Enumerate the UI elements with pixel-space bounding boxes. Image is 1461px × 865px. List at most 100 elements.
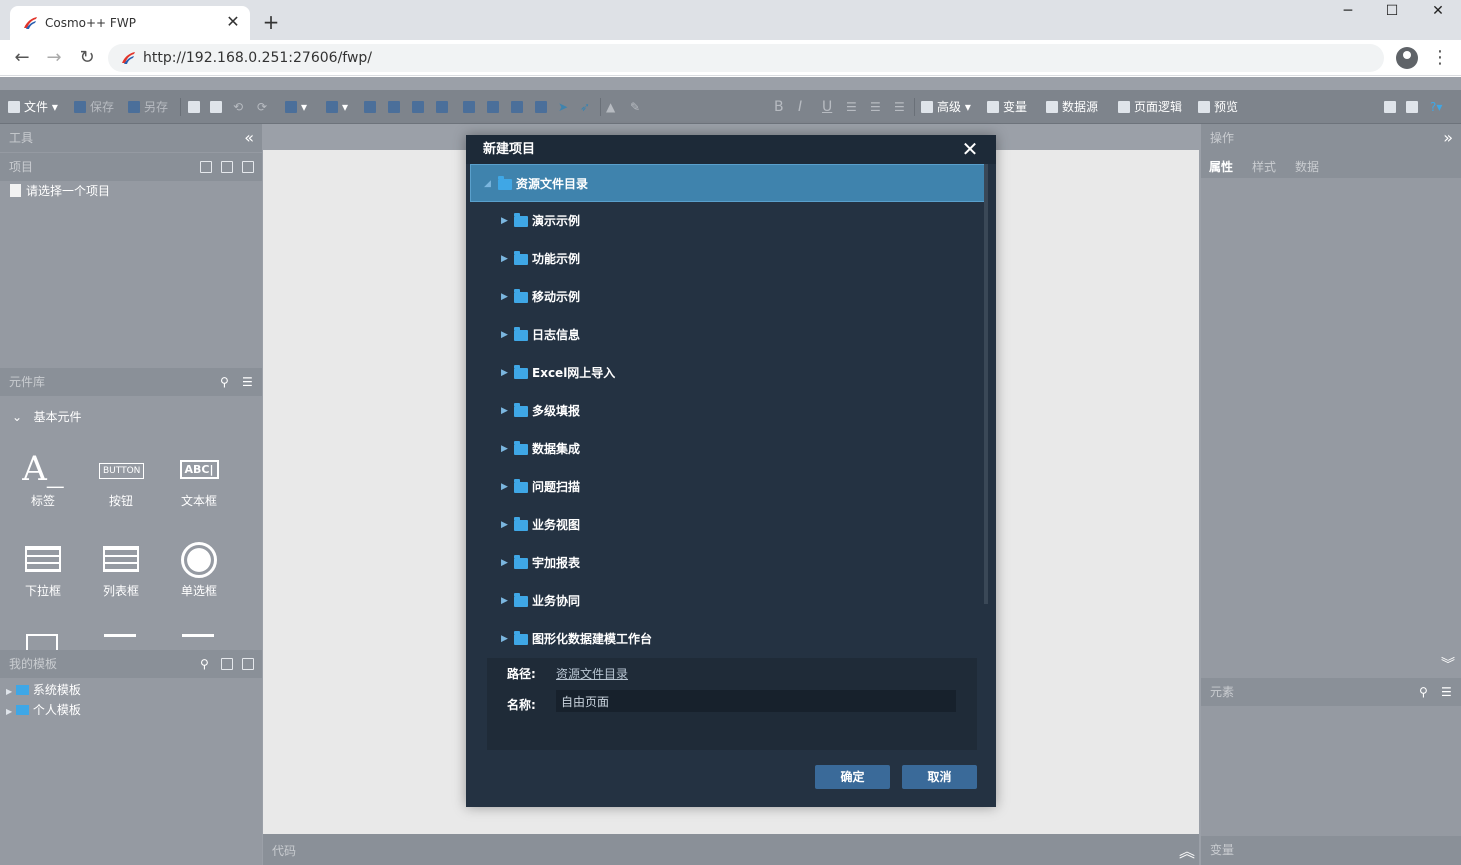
browser-menu-icon[interactable]: ⋮ — [1430, 46, 1450, 70]
new-template-folder-icon[interactable] — [242, 658, 254, 670]
tree-item-row[interactable]: ▶ 演示示例 — [470, 202, 986, 240]
back-icon[interactable]: ← — [10, 46, 34, 70]
component-label[interactable]: A_ 标签 — [13, 452, 73, 509]
browser-tab[interactable]: Cosmo++ FWP ✕ — [10, 6, 250, 40]
tree-item-row[interactable]: ▶ 宇加报表 — [470, 544, 986, 582]
page-logic-button[interactable]: 页面逻辑 — [1118, 90, 1182, 124]
mobile-view-icon[interactable] — [1406, 90, 1422, 124]
tab-close-icon[interactable]: ✕ — [224, 12, 242, 31]
new-tab-icon[interactable]: + — [260, 8, 282, 36]
desktop-view-icon[interactable] — [1384, 90, 1400, 124]
line-color-icon[interactable]: ✎ — [630, 90, 640, 124]
send-back-icon[interactable] — [436, 90, 452, 124]
italic-button[interactable]: I — [798, 90, 802, 124]
align-center-icon[interactable]: ☰ — [870, 90, 881, 124]
profile-avatar-icon[interactable] — [1396, 47, 1418, 69]
more-component-icon[interactable] — [182, 634, 214, 650]
send-backward-icon[interactable] — [388, 90, 404, 124]
advanced-menu-button[interactable]: 高级 ▾ — [921, 90, 971, 124]
path-link[interactable]: 资源文件目录 — [556, 665, 628, 682]
tab-data[interactable]: 数据 — [1295, 158, 1319, 175]
tree-item-row[interactable]: ▶ 业务协同 — [470, 582, 986, 620]
tree-item-row[interactable]: ▶ 业务视图 — [470, 506, 986, 544]
forward-icon[interactable]: → — [42, 46, 66, 70]
bring-forward-icon[interactable] — [364, 90, 380, 124]
tab-properties[interactable]: 属性 — [1209, 158, 1233, 175]
datasource-button[interactable]: 数据源 — [1046, 90, 1098, 124]
tab-styles[interactable]: 样式 — [1252, 158, 1276, 175]
tree-scrollbar[interactable] — [984, 164, 988, 604]
component-button[interactable]: BUTTON 按钮 — [91, 452, 151, 509]
menu-icon[interactable]: ☰ — [1441, 678, 1452, 706]
fill-color-icon[interactable]: ▲ — [606, 90, 615, 124]
tree-item-row[interactable]: ▶ Excel网上导入 — [470, 354, 986, 392]
align-right-icon[interactable]: ☰ — [894, 90, 905, 124]
preview-button[interactable]: 预览 — [1198, 90, 1238, 124]
tree-item-row[interactable]: ▶ 日志信息 — [470, 316, 986, 354]
caret-right-icon: ▶ — [501, 254, 508, 264]
new-file-icon[interactable] — [200, 161, 212, 173]
url-field[interactable]: http://192.168.0.251:27606/fwp/ — [108, 44, 1384, 72]
caret-right-icon: ▶ — [6, 687, 13, 696]
copy-icon[interactable] — [188, 90, 204, 124]
help-icon[interactable]: ?▾ — [1430, 90, 1442, 124]
unlock-icon[interactable] — [487, 90, 503, 124]
tree-item-row[interactable]: ▶ 图形化数据建模工作台 — [470, 620, 986, 651]
connect-icon[interactable]: ➶ — [580, 90, 590, 124]
file-menu-button[interactable]: 文件 ▾ — [8, 90, 58, 124]
save-button[interactable]: 保存 — [74, 90, 114, 124]
pointer-icon[interactable]: ➤ — [558, 90, 568, 124]
reload-icon[interactable]: ↻ — [75, 46, 99, 70]
tree-item-row[interactable]: ▶ 移动示例 — [470, 278, 986, 316]
maximize-button[interactable]: ☐ — [1377, 3, 1407, 23]
align-left-icon[interactable]: ☰ — [846, 90, 857, 124]
import-icon[interactable] — [242, 161, 254, 173]
address-bar: ← → ↻ http://192.168.0.251:27606/fwp/ ⋮ — [0, 40, 1461, 76]
new-template-icon[interactable] — [221, 658, 233, 670]
ok-button[interactable]: 确定 — [815, 765, 890, 789]
search-icon[interactable]: ⚲ — [1419, 678, 1428, 706]
checkbox-component-icon[interactable] — [26, 634, 58, 650]
elements-header: 元素 ⚲ ☰ — [1201, 678, 1461, 706]
expand-up-icon[interactable]: ︽ — [1179, 838, 1195, 862]
component-textbox[interactable]: ABC| 文本框 — [169, 452, 229, 509]
name-input[interactable] — [556, 690, 956, 712]
save-as-button[interactable]: 另存 — [128, 90, 168, 124]
bold-button[interactable]: B — [774, 90, 784, 124]
tree-item-row[interactable]: ▶ 功能示例 — [470, 240, 986, 278]
tree-item-row[interactable]: ▶ 数据集成 — [470, 430, 986, 468]
search-icon[interactable]: ⚲ — [200, 650, 209, 678]
minimize-button[interactable]: ─ — [1333, 3, 1363, 23]
menu-icon[interactable]: ☰ — [242, 368, 253, 396]
more-component-icon[interactable] — [104, 634, 136, 650]
collapse-right-icon[interactable]: » — [1443, 124, 1453, 152]
variables-button[interactable]: 变量 — [987, 90, 1027, 124]
component-radio[interactable]: 单选框 — [169, 542, 229, 599]
tree-item-row[interactable]: ▶ 多级填报 — [470, 392, 986, 430]
undo-icon[interactable]: ⟲ — [233, 90, 243, 124]
new-folder-icon[interactable] — [221, 161, 233, 173]
paste-icon[interactable] — [210, 90, 226, 124]
group-icon[interactable] — [511, 90, 527, 124]
caret-right-icon: ▶ — [6, 707, 13, 716]
bring-front-icon[interactable] — [412, 90, 428, 124]
align-menu-icon[interactable]: ▾ — [285, 90, 307, 124]
ungroup-icon[interactable] — [535, 90, 551, 124]
redo-icon[interactable]: ⟳ — [257, 90, 267, 124]
dialog-close-icon[interactable]: ✕ — [960, 138, 980, 160]
expand-down-icon[interactable]: ︾ — [1441, 654, 1455, 674]
collapse-left-icon[interactable]: « — [244, 124, 254, 152]
distribute-menu-icon[interactable]: ▾ — [326, 90, 348, 124]
close-window-button[interactable]: ✕ — [1423, 3, 1453, 23]
tree-item-row[interactable]: ▶ 问题扫描 — [470, 468, 986, 506]
template-item-system[interactable]: ▶ 系统模板 — [6, 681, 81, 698]
search-icon[interactable]: ⚲ — [220, 368, 229, 396]
tree-root-row[interactable]: ◢ 资源文件目录 — [470, 164, 986, 202]
component-dropdown[interactable]: 下拉框 — [13, 542, 73, 599]
underline-button[interactable]: U — [822, 90, 832, 124]
lock-icon[interactable] — [463, 90, 479, 124]
basic-group-header[interactable]: ⌄ 基本元件 — [12, 408, 82, 425]
cancel-button[interactable]: 取消 — [902, 765, 977, 789]
template-item-personal[interactable]: ▶ 个人模板 — [6, 701, 81, 718]
component-listbox[interactable]: 列表框 — [91, 542, 151, 599]
